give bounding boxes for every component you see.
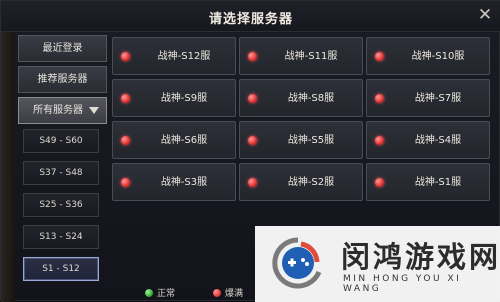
status-full-icon	[121, 94, 130, 103]
status-full-icon	[375, 136, 384, 145]
tab-label: 最近登录	[42, 43, 83, 54]
server-name: 战神-S4服	[414, 135, 462, 146]
status-full-icon	[375, 178, 384, 187]
status-full-icon	[248, 52, 257, 61]
tab-recent-login[interactable]: 最近登录	[18, 35, 107, 62]
server-name: 战神-S3服	[160, 177, 208, 188]
server-name: 战神-S12服	[157, 51, 211, 62]
server-name: 战神-S2服	[287, 177, 335, 188]
server-button[interactable]: 战神-S7服	[366, 79, 490, 117]
server-button[interactable]: 战神-S10服	[366, 37, 490, 75]
server-button[interactable]: 战神-S3服	[112, 163, 236, 201]
status-full-icon	[375, 52, 384, 61]
server-name: 战神-S11服	[284, 51, 338, 62]
dialog-title: 请选择服务器	[208, 12, 293, 27]
tab-label: 所有服务器	[33, 105, 83, 116]
title-bar: 请选择服务器 ✕	[1, 1, 500, 32]
server-button[interactable]: 战神-S9服	[112, 79, 236, 117]
server-button[interactable]: 战神-S1服	[366, 163, 490, 201]
range-label: S49 - S60	[39, 136, 83, 146]
status-full-icon	[248, 178, 257, 187]
server-button[interactable]: 战神-S4服	[366, 121, 490, 159]
server-name: 战神-S6服	[160, 135, 208, 146]
sidebar: 最近登录 推荐服务器 所有服务器	[18, 35, 107, 128]
status-normal-icon	[145, 288, 153, 297]
server-button[interactable]: 战神-S2服	[239, 163, 363, 201]
status-full-icon	[121, 52, 130, 61]
range-s25-s36[interactable]: S25 - S36	[23, 193, 99, 217]
range-s49-s60[interactable]: S49 - S60	[23, 129, 99, 153]
server-name: 战神-S1服	[414, 177, 462, 188]
watermark-subtitle: MIN HONG YOU XI WANG	[343, 274, 462, 294]
server-button[interactable]: 战神-S6服	[112, 121, 236, 159]
decorative-rock	[1, 1, 15, 302]
range-label: S37 - S48	[39, 168, 83, 178]
watermark: 闵鸿游戏网 MIN HONG YOU XI WANG	[255, 226, 500, 302]
legend-normal-label: 正常	[157, 289, 176, 299]
server-name: 战神-S5服	[287, 135, 335, 146]
server-name: 战神-S8服	[287, 93, 335, 104]
status-full-icon	[248, 136, 257, 145]
server-name: 战神-S9服	[160, 93, 208, 104]
server-grid: 战神-S12服 战神-S11服 战神-S10服 战神-S9服 战神-S8服 战神…	[112, 37, 490, 201]
chevron-down-icon	[89, 107, 99, 114]
server-button[interactable]: 战神-S5服	[239, 121, 363, 159]
server-button[interactable]: 战神-S11服	[239, 37, 363, 75]
gamepad-logo-icon	[272, 237, 322, 289]
range-label: S13 - S24	[39, 232, 83, 242]
status-legend: 正常 爆满	[145, 286, 243, 299]
server-name: 战神-S10服	[411, 51, 465, 62]
tab-recommended-servers[interactable]: 推荐服务器	[18, 66, 107, 93]
server-select-dialog: 请选择服务器 ✕ 最近登录 推荐服务器 所有服务器 S49 - S60 S37 …	[0, 0, 500, 302]
status-full-icon	[375, 94, 384, 103]
tab-label: 推荐服务器	[37, 74, 88, 85]
range-s1-s12[interactable]: S1 - S12	[23, 257, 99, 281]
status-full-icon	[121, 178, 130, 187]
server-button[interactable]: 战神-S8服	[239, 79, 363, 117]
server-button[interactable]: 战神-S12服	[112, 37, 236, 75]
range-s13-s24[interactable]: S13 - S24	[23, 225, 99, 249]
range-s37-s48[interactable]: S37 - S48	[23, 161, 99, 185]
tab-all-servers[interactable]: 所有服务器	[18, 97, 107, 124]
status-full-icon	[121, 136, 130, 145]
watermark-title: 闵鸿游戏网	[341, 240, 500, 274]
close-icon[interactable]: ✕	[476, 7, 494, 25]
range-label: S25 - S36	[39, 200, 83, 210]
server-range-list: S49 - S60 S37 - S48 S25 - S36 S13 - S24 …	[21, 129, 100, 289]
status-full-icon	[213, 288, 222, 297]
range-label: S1 - S12	[42, 264, 80, 274]
status-full-icon	[248, 94, 257, 103]
server-name: 战神-S7服	[414, 93, 462, 104]
legend-full-label: 爆满	[225, 289, 244, 299]
